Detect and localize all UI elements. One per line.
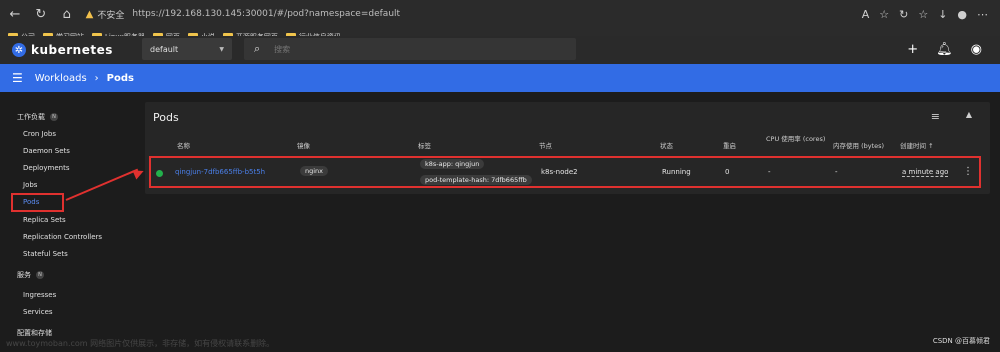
sidebar-item-stateful-sets[interactable]: Stateful Sets [23, 250, 68, 258]
sidebar-item-jobs[interactable]: Jobs [23, 181, 37, 189]
helm-wheel-icon: ✲ [12, 43, 26, 57]
column-restarts: 重启 [723, 142, 736, 150]
column-created[interactable]: 创建时间 ↑ [900, 140, 934, 150]
status-value: Running [662, 168, 691, 176]
sidebar: 工作负载 N Cron Jobs Daemon Sets Deployments… [0, 92, 140, 352]
favorite-icon[interactable]: ☆ [879, 8, 889, 21]
namespace-value: default [150, 44, 179, 54]
new-badge: N [50, 113, 58, 121]
address-bar[interactable]: ▲ 不安全 https://192.168.130.145:30001/#/po… [86, 4, 862, 24]
sidebar-item-deployments[interactable]: Deployments [23, 164, 69, 172]
created-value: a minute ago [902, 168, 949, 177]
filter-icon[interactable]: ≡ [931, 110, 940, 123]
column-image: 镜像 [297, 142, 310, 150]
back-icon[interactable]: ← [4, 3, 26, 25]
sidebar-item-daemon-sets[interactable]: Daemon Sets [23, 147, 70, 155]
download-icon[interactable]: ↓ [938, 8, 947, 21]
pods-card: Pods ≡ ▲ 名称 镜像 标签 节点 状态 重启 CPU 使用率 (core… [145, 102, 990, 194]
app-header: ✲ kubernetes default ▼ ⌕ + 🔔︎ ◉ [0, 36, 1000, 64]
column-name[interactable]: 名称 [177, 140, 190, 150]
label-chip: k8s-app: qingjun [420, 159, 485, 169]
annotation-highlight-box [11, 193, 64, 212]
section-title: 配置和存储 [17, 329, 52, 337]
sidebar-section-workloads[interactable]: 工作负载 N [17, 112, 58, 122]
table-row[interactable]: qingjun-7dfb665ffb-b5t5h nginx k8s-app: … [149, 156, 981, 188]
section-title: 服务 [17, 271, 31, 279]
reload-icon[interactable]: ↻ [30, 3, 52, 25]
read-aloud-icon[interactable]: A [862, 8, 870, 21]
menu-icon[interactable]: ☰ [12, 71, 23, 85]
sidebar-item-replication-controllers[interactable]: Replication Controllers [23, 233, 102, 241]
more-actions-icon[interactable]: ⋮ [963, 166, 973, 177]
kubernetes-logo[interactable]: ✲ kubernetes [12, 43, 113, 57]
column-labels: 标签 [418, 142, 431, 150]
browser-toolbar: ← ↻ ⌂ ▲ 不安全 https://192.168.130.145:3000… [0, 0, 1000, 28]
sidebar-item-replica-sets[interactable]: Replica Sets [23, 216, 66, 224]
pod-name-link[interactable]: qingjun-7dfb665ffb-b5t5h [175, 168, 265, 176]
column-cpu: CPU 使用率 (cores) [766, 135, 826, 143]
create-icon[interactable]: + [907, 42, 918, 57]
chevron-down-icon: ▼ [219, 45, 224, 53]
search-icon: ⌕ [254, 42, 261, 55]
sidebar-item-services[interactable]: Services [23, 308, 53, 316]
breadcrumb-workloads[interactable]: Workloads [35, 73, 87, 84]
account-icon[interactable]: ◉ [971, 42, 982, 57]
table-header: 名称 镜像 标签 节点 状态 重启 CPU 使用率 (cores) 内存使用 (… [145, 135, 990, 155]
node-value[interactable]: k8s-node2 [541, 168, 578, 176]
favorites-list-icon[interactable]: ☆ [918, 8, 928, 21]
refresh-icon[interactable]: ↻ [899, 8, 908, 21]
namespace-select[interactable]: default ▼ [142, 38, 232, 60]
new-badge: N [36, 271, 44, 279]
label-chip: pod-template-hash: 7dfb665ffb [420, 175, 532, 185]
search-box[interactable]: ⌕ [244, 38, 576, 60]
watermark: www.toymoban.com 网络图片仅供展示，非存储，如有侵权请联系删除。 [6, 339, 275, 348]
sidebar-section-config-storage[interactable]: 配置和存储 [17, 328, 52, 338]
insecure-label: 不安全 [97, 10, 125, 21]
warning-icon: ▲ [85, 8, 94, 20]
column-memory: 内存使用 (bytes) [833, 142, 885, 150]
sidebar-item-ingresses[interactable]: Ingresses [23, 291, 56, 299]
card-title: Pods [153, 111, 179, 124]
memory-value: - [835, 168, 838, 176]
csdn-credit: CSDN @百慕倾君 [932, 337, 990, 345]
image-chip: nginx [300, 166, 329, 176]
chevron-right-icon: › [94, 72, 99, 84]
sidebar-section-services[interactable]: 服务 N [17, 270, 44, 280]
brand-name: kubernetes [31, 43, 113, 57]
breadcrumb-bar: ☰ Workloads › Pods [0, 64, 1000, 92]
column-status[interactable]: 状态 [660, 140, 673, 150]
status-running-icon [156, 170, 163, 177]
sidebar-item-cron-jobs[interactable]: Cron Jobs [23, 130, 56, 138]
search-input[interactable] [274, 44, 555, 54]
chevron-up-icon[interactable]: ▲ [966, 110, 972, 119]
cpu-value: - [768, 168, 771, 176]
url-text[interactable]: https://192.168.130.145:30001/#/pod?name… [132, 9, 400, 19]
notifications-icon[interactable]: 🔔︎ [936, 42, 953, 57]
menu-dots-icon[interactable]: ⋯ [977, 8, 988, 21]
breadcrumb-current: Pods [106, 72, 134, 84]
home-icon[interactable]: ⌂ [56, 3, 78, 25]
column-node[interactable]: 节点 [539, 140, 552, 150]
restarts-value: 0 [725, 168, 730, 176]
profile-icon[interactable]: ● [957, 8, 967, 21]
section-title: 工作负载 [17, 113, 45, 121]
